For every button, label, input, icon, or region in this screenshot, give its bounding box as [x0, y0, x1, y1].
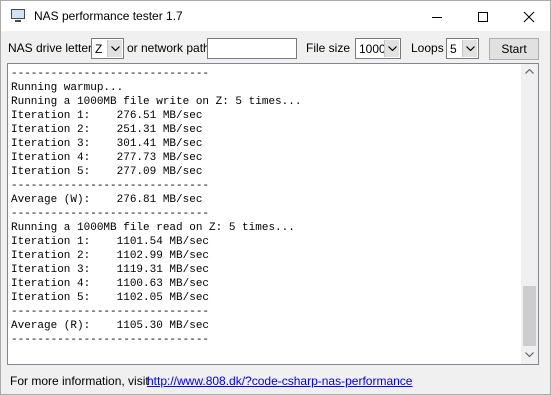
minimize-icon [432, 17, 442, 18]
loops-label: Loops [411, 41, 444, 55]
drive-letter-select[interactable]: Z [91, 38, 124, 59]
scroll-up-button[interactable] [521, 64, 538, 81]
chevron-down-icon [388, 46, 397, 51]
loops-select[interactable]: 5 [446, 38, 479, 59]
maximize-icon [478, 12, 488, 22]
scroll-thumb[interactable] [523, 286, 536, 346]
file-size-value: 1000 [359, 42, 386, 56]
toolbar: NAS drive letter Z or network path File … [1, 31, 550, 61]
minimize-button[interactable] [414, 1, 460, 31]
network-path-label: or network path [127, 41, 210, 55]
log-output[interactable]: ------------------------------ Running w… [7, 63, 539, 365]
close-icon [523, 11, 535, 23]
loops-value: 5 [450, 42, 457, 56]
app-window: NAS performance tester 1.7 NAS drive let… [0, 0, 551, 395]
file-size-dropdown-button[interactable] [384, 40, 399, 57]
title-bar[interactable]: NAS performance tester 1.7 [1, 1, 550, 31]
chevron-up-icon [525, 69, 534, 74]
file-size-label: File size [306, 41, 351, 55]
drive-letter-dropdown-button[interactable] [107, 40, 122, 57]
log-text: ------------------------------ Running w… [11, 68, 302, 346]
chevron-down-icon [466, 46, 475, 51]
vertical-scrollbar[interactable] [521, 64, 538, 364]
loops-dropdown-button[interactable] [462, 40, 477, 57]
maximize-button[interactable] [460, 1, 506, 31]
drive-letter-value: Z [95, 42, 103, 56]
network-path-input[interactable] [207, 38, 297, 59]
chevron-down-icon [111, 46, 120, 51]
info-label: For more information, visit [10, 374, 149, 388]
chevron-down-icon [525, 352, 534, 357]
info-link[interactable]: http://www.808.dk/?code-csharp-nas-perfo… [147, 374, 412, 388]
monitor-icon [10, 9, 26, 23]
start-button[interactable]: Start [489, 38, 539, 60]
window-title: NAS performance tester 1.7 [34, 9, 183, 23]
close-button[interactable] [506, 1, 551, 31]
file-size-select[interactable]: 1000 [355, 38, 401, 59]
scroll-down-button[interactable] [521, 347, 538, 364]
drive-letter-label: NAS drive letter [8, 41, 93, 55]
